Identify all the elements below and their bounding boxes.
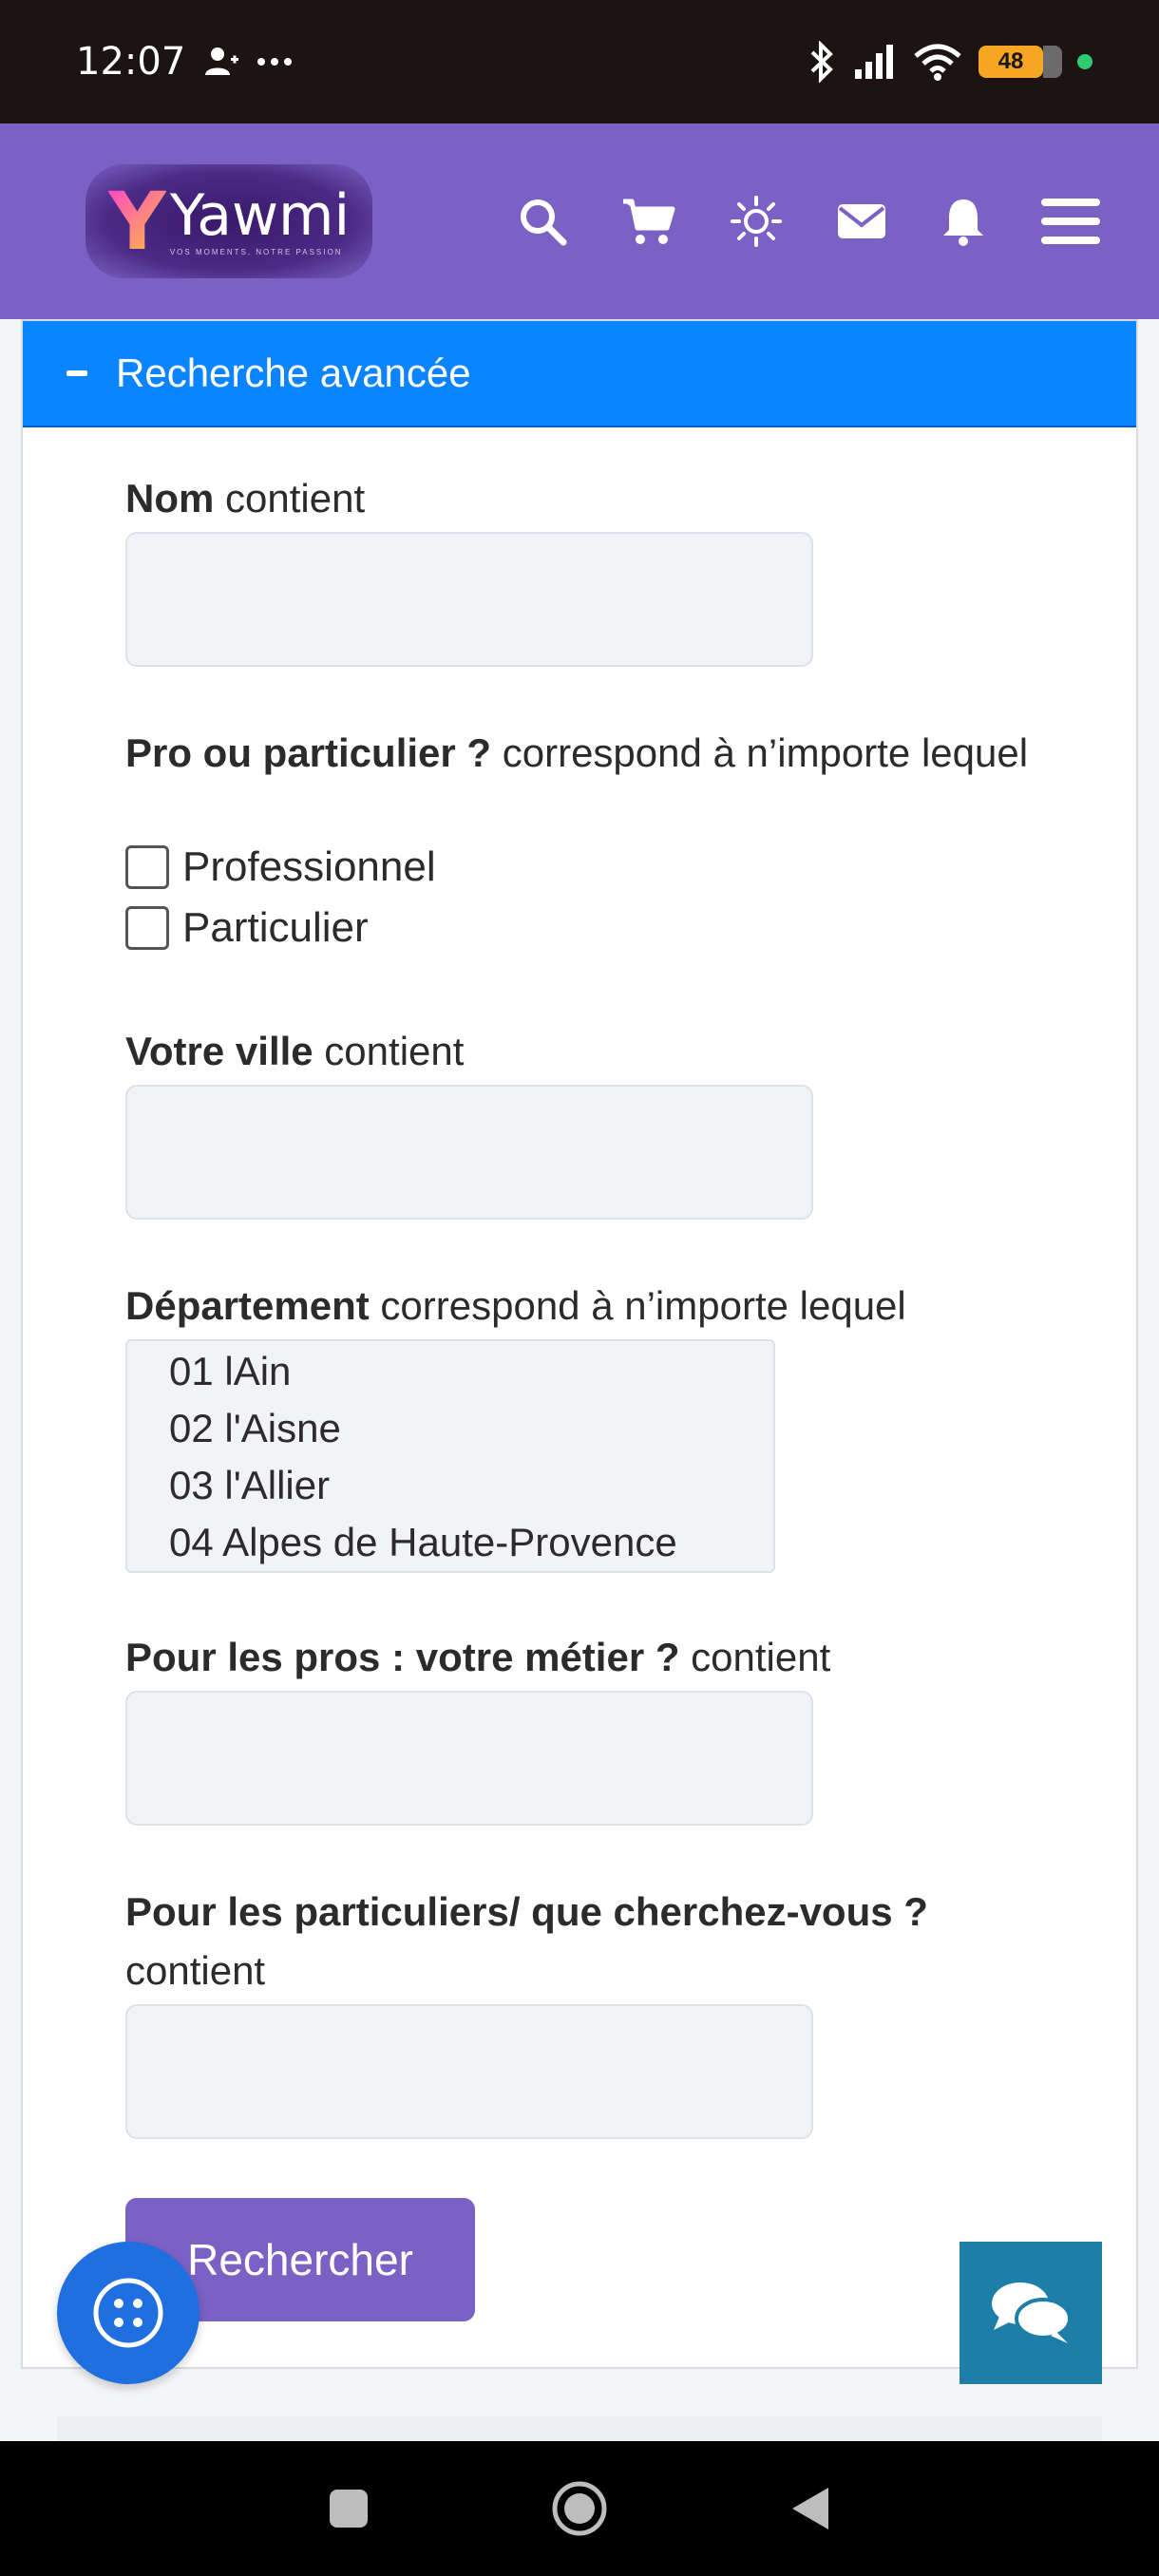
advanced-search-panel: Recherche avancée Nom contient Pro ou pa… bbox=[21, 319, 1138, 2369]
wifi-icon bbox=[914, 44, 961, 81]
status-time: 12:07 bbox=[76, 40, 186, 84]
header-icons bbox=[517, 195, 1102, 248]
departement-label-bold: Département bbox=[125, 1283, 370, 1328]
departement-option[interactable]: 04 Alpes de Haute-Provence bbox=[169, 1514, 773, 1571]
accessibility-button[interactable] bbox=[57, 2242, 200, 2384]
pro-label-rest: correspond à n’importe lequel bbox=[491, 730, 1029, 775]
logo-tagline: VOS MOMENTS, NOTRE PASSION bbox=[169, 247, 343, 256]
departement-option[interactable]: 03 l'Allier bbox=[169, 1457, 773, 1514]
pro-particulier-label: Pro ou particulier ? correspond à n’impo… bbox=[125, 724, 1056, 783]
recent-apps-icon[interactable] bbox=[327, 2487, 370, 2530]
mail-icon[interactable] bbox=[836, 200, 887, 242]
ville-label-rest: contient bbox=[313, 1029, 465, 1073]
cherchez-input[interactable] bbox=[125, 2004, 813, 2139]
person-add-icon bbox=[205, 47, 239, 75]
nom-input[interactable] bbox=[125, 532, 813, 667]
checkbox-box[interactable] bbox=[125, 845, 169, 889]
cherchez-label-rest: contient bbox=[125, 1948, 266, 1993]
departement-option[interactable]: 01 lAin bbox=[169, 1343, 773, 1400]
logo-text-wrap: Yawmi VOS MOMENTS, NOTRE PASSION bbox=[170, 187, 350, 256]
collapse-icon bbox=[66, 370, 87, 376]
status-left-icons bbox=[202, 43, 294, 81]
departement-select[interactable]: 01 lAin 02 l'Aisne 03 l'Allier 04 Alpes … bbox=[125, 1339, 775, 1573]
nom-label-rest: contient bbox=[214, 476, 366, 521]
metier-label-bold: Pour les pros : votre métier ? bbox=[125, 1635, 680, 1679]
nom-label-bold: Nom bbox=[125, 476, 215, 521]
logo[interactable]: Y Yawmi VOS MOMENTS, NOTRE PASSION bbox=[86, 164, 373, 278]
signal-icon bbox=[855, 45, 893, 79]
panel-title: Recherche avancée bbox=[116, 350, 471, 395]
nom-label: Nom contient bbox=[125, 469, 365, 528]
checkbox-particulier[interactable]: Particulier bbox=[125, 904, 369, 952]
back-icon[interactable] bbox=[788, 2484, 832, 2533]
departement-label-rest: correspond à n’importe lequel bbox=[369, 1283, 906, 1328]
chat-button[interactable] bbox=[960, 2242, 1102, 2384]
accessibility-icon bbox=[93, 2278, 163, 2348]
cherchez-label: Pour les particuliers/ que cherchez-vous… bbox=[125, 1883, 1037, 2000]
checkbox-label: Professionnel bbox=[182, 843, 436, 890]
departement-option[interactable]: 02 l'Aisne bbox=[169, 1400, 773, 1457]
sun-icon[interactable] bbox=[730, 195, 783, 248]
privacy-dot-icon bbox=[1077, 54, 1092, 69]
home-icon[interactable] bbox=[551, 2480, 608, 2537]
app-header: Y Yawmi VOS MOMENTS, NOTRE PASSION bbox=[0, 123, 1159, 319]
more-icon bbox=[257, 58, 293, 66]
chat-icon bbox=[992, 2282, 1072, 2343]
system-nav-bar bbox=[0, 2441, 1159, 2576]
advanced-search-toggle[interactable]: Recherche avancée bbox=[23, 321, 1136, 427]
departement-label: Département correspond à n’importe leque… bbox=[125, 1277, 1113, 1335]
search-icon[interactable] bbox=[517, 196, 568, 247]
footer-strip bbox=[57, 2416, 1102, 2441]
ville-input[interactable] bbox=[125, 1085, 813, 1220]
status-right-icons: 48 bbox=[808, 41, 1092, 83]
menu-icon[interactable] bbox=[1039, 195, 1102, 248]
pro-label-bold: Pro ou particulier ? bbox=[125, 730, 492, 775]
ville-label-bold: Votre ville bbox=[125, 1029, 314, 1073]
checkbox-label: Particulier bbox=[182, 904, 369, 951]
cart-icon[interactable] bbox=[621, 196, 676, 247]
status-bar: 12:07 48 bbox=[0, 0, 1159, 123]
battery-level: 48 bbox=[998, 48, 1024, 74]
bell-icon[interactable] bbox=[940, 196, 986, 247]
checkbox-box[interactable] bbox=[125, 906, 169, 950]
metier-label: Pour les pros : votre métier ? contient bbox=[125, 1628, 830, 1687]
logo-text: Yawmi bbox=[169, 181, 351, 249]
ville-label: Votre ville contient bbox=[125, 1022, 464, 1081]
bluetooth-icon bbox=[810, 41, 833, 83]
cherchez-label-bold: Pour les particuliers/ que cherchez-vous… bbox=[125, 1889, 928, 1934]
metier-label-rest: contient bbox=[679, 1635, 831, 1679]
logo-mark: Y bbox=[108, 175, 166, 268]
battery-indicator: 48 bbox=[978, 46, 1062, 78]
checkbox-professionnel[interactable]: Professionnel bbox=[125, 843, 436, 891]
metier-input[interactable] bbox=[125, 1691, 813, 1826]
